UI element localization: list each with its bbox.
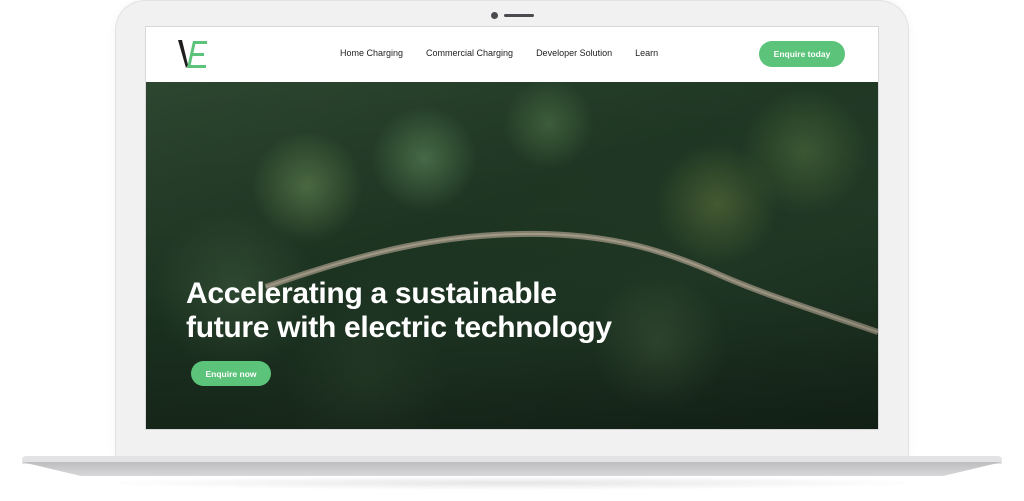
- nav-item-learn[interactable]: Learn: [635, 48, 658, 58]
- hero-title-line-2: future with electric technology: [186, 311, 612, 344]
- hero-title: Accelerating a sustainable future with e…: [186, 277, 612, 345]
- nav-item-commercial-charging[interactable]: Commercial Charging: [426, 48, 513, 58]
- speaker-slot: [504, 14, 534, 17]
- nav-item-developer-solution[interactable]: Developer Solution: [536, 48, 612, 58]
- nav-item-home-charging[interactable]: Home Charging: [340, 48, 403, 58]
- hero-title-line-1: Accelerating a sustainable: [186, 277, 557, 310]
- main-nav: Home Charging Commercial Charging Develo…: [340, 48, 658, 58]
- enquire-today-button[interactable]: Enquire today: [759, 41, 845, 67]
- laptop-base: [22, 462, 1002, 476]
- laptop-shadow: [90, 476, 934, 490]
- camera-icon: [491, 12, 498, 19]
- browser-screen: Home Charging Commercial Charging Develo…: [145, 26, 879, 430]
- enquire-now-button[interactable]: Enquire now: [191, 361, 271, 386]
- site-header: Home Charging Commercial Charging Develo…: [146, 27, 878, 82]
- logo-mark[interactable]: [178, 39, 210, 69]
- hero-section: Accelerating a sustainable future with e…: [146, 82, 878, 429]
